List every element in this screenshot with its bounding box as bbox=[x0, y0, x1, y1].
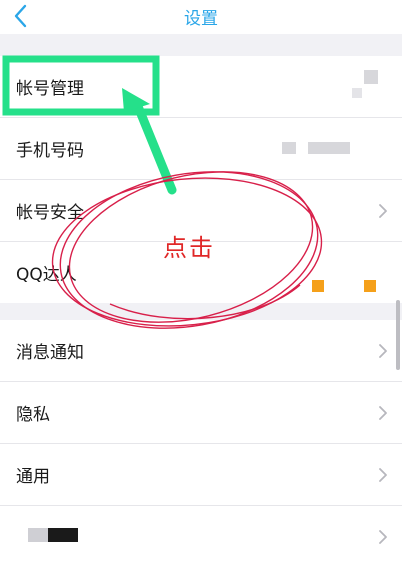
redacted-label bbox=[28, 528, 48, 542]
settings-group-account: 帐号管理 手机号码 帐号安全 QQ达人 bbox=[0, 56, 402, 303]
settings-group-general: 消息通知 隐私 通用 bbox=[0, 320, 402, 567]
settings-item-redacted[interactable] bbox=[0, 506, 402, 567]
settings-item-label: 手机号码 bbox=[16, 141, 84, 161]
masked-phone-value bbox=[308, 142, 350, 154]
avatar bbox=[352, 88, 362, 98]
chevron-right-icon bbox=[379, 203, 387, 218]
redacted-label bbox=[48, 528, 78, 542]
settings-item-privacy[interactable]: 隐私 bbox=[0, 382, 402, 444]
chevron-right-icon bbox=[379, 343, 387, 358]
settings-item-label: 消息通知 bbox=[16, 343, 84, 363]
page-title: 设置 bbox=[184, 9, 218, 29]
nav-bar: 设置 bbox=[0, 0, 402, 34]
chevron-right-icon bbox=[379, 405, 387, 420]
settings-item-label: 帐号管理 bbox=[16, 79, 84, 99]
status-badge bbox=[312, 280, 324, 292]
masked-phone-value bbox=[282, 142, 296, 154]
settings-item-label: 通用 bbox=[16, 467, 50, 487]
avatar bbox=[364, 70, 378, 84]
settings-item-label: 隐私 bbox=[16, 405, 50, 425]
settings-item-notifications[interactable]: 消息通知 bbox=[0, 320, 402, 382]
chevron-right-icon bbox=[379, 529, 387, 544]
status-badge bbox=[364, 280, 376, 292]
settings-item-general[interactable]: 通用 bbox=[0, 444, 402, 506]
settings-item-label: 帐号安全 bbox=[16, 203, 84, 223]
settings-item-label: QQ达人 bbox=[16, 265, 77, 285]
settings-item-account-management[interactable]: 帐号管理 bbox=[0, 56, 402, 118]
annotation-label: 点击 bbox=[163, 234, 215, 262]
settings-item-phone-number[interactable]: 手机号码 bbox=[0, 118, 402, 180]
chevron-right-icon bbox=[379, 467, 387, 482]
scrollbar[interactable] bbox=[396, 300, 400, 370]
